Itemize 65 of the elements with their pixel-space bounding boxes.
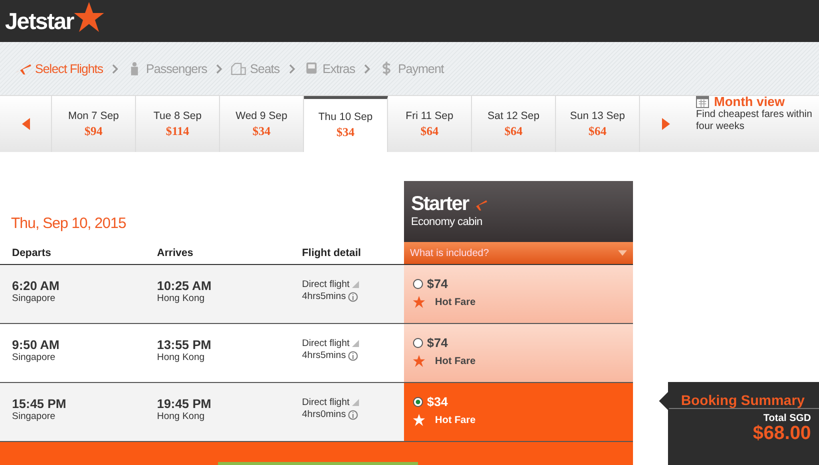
corner-icon [352, 281, 359, 288]
info-icon[interactable] [348, 350, 358, 360]
flight-duration: 4hrs0mins [302, 409, 346, 420]
seat-icon [230, 61, 248, 76]
corner-icon [352, 399, 359, 406]
flight-duration: 4hrs5mins [302, 291, 346, 302]
fare-name: Starter [411, 193, 468, 216]
fare-cell[interactable]: $74 Hot Fare [404, 265, 633, 323]
fare-cell[interactable]: $74 Hot Fare [404, 324, 633, 382]
month-view-text: Find cheapest fares within four weeks [696, 109, 814, 133]
date-tab[interactable]: Sat 12 Sep $64 [472, 96, 556, 152]
total-label: Total SGD [763, 413, 811, 424]
column-header: Flight detail [302, 247, 361, 259]
summary-title[interactable]: Booking Summary [668, 382, 819, 409]
star-icon [74, 2, 104, 32]
flight-type[interactable]: Direct flight [302, 397, 350, 408]
date-tab[interactable]: Mon 7 Sep $94 [52, 96, 136, 152]
fare-price: $74 [427, 336, 448, 350]
flight-date: Thu, Sep 10, 2015 [10, 215, 127, 232]
fare-price: $34 [427, 395, 448, 409]
flight-duration: 4hrs5mins [302, 350, 346, 361]
caret-icon [618, 250, 627, 256]
departure-city: Singapore [12, 352, 56, 363]
star-icon [413, 296, 425, 308]
chevron-icon [288, 64, 295, 74]
arrival-time: 19:45 PM [157, 397, 212, 411]
chevron-icon [112, 64, 118, 74]
flight-type[interactable]: Direct flight [302, 338, 350, 349]
info-icon[interactable] [348, 292, 358, 302]
total-amount: $68.00 [752, 424, 811, 445]
fare-price: $74 [427, 277, 448, 291]
fare-tag: Hot Fare [435, 414, 476, 426]
left-arrow-icon [22, 118, 30, 130]
arrival-time: 10:25 AM [157, 279, 212, 293]
arrival-city: Hong Kong [157, 352, 206, 363]
fare-tag: Hot Fare [435, 356, 476, 366]
radio-button[interactable] [413, 397, 423, 407]
date-tab[interactable]: Fri 11 Sep $64 [388, 96, 472, 152]
calendar-icon [696, 95, 709, 108]
star-icon [413, 414, 425, 426]
departure-time: 6:20 AM [12, 279, 60, 293]
cabin-label: Economy cabin [410, 216, 484, 228]
column-header: Arrives [157, 247, 194, 259]
departure-time: 15:45 PM [12, 397, 68, 411]
date-tab[interactable]: Sun 13 Sep $64 [556, 96, 640, 152]
arrival-city: Hong Kong [157, 411, 206, 422]
departure-city: Singapore [12, 411, 56, 422]
info-icon[interactable] [348, 410, 358, 420]
date-tab[interactable]: Thu 10 Sep $34 [304, 96, 388, 152]
corner-icon [352, 340, 359, 347]
fare-tag: Hot Fare [435, 296, 476, 308]
departure-city: Singapore [12, 293, 56, 304]
right-arrow-icon [662, 118, 670, 130]
star-icon [413, 355, 425, 367]
radio-button[interactable] [413, 338, 423, 348]
flight-type[interactable]: Direct flight [302, 279, 350, 290]
radio-button[interactable] [413, 279, 423, 289]
arrival-city: Hong Kong [157, 293, 206, 304]
column-header: Departs [12, 247, 52, 259]
logo-text[interactable]: Jetstar [5, 8, 74, 34]
departure-time: 9:50 AM [12, 338, 60, 352]
chevron-icon [364, 64, 370, 74]
date-tab[interactable]: Tue 8 Sep $114 [136, 96, 220, 152]
chevron-icon [216, 64, 222, 74]
arrival-time: 13:55 PM [157, 338, 212, 352]
